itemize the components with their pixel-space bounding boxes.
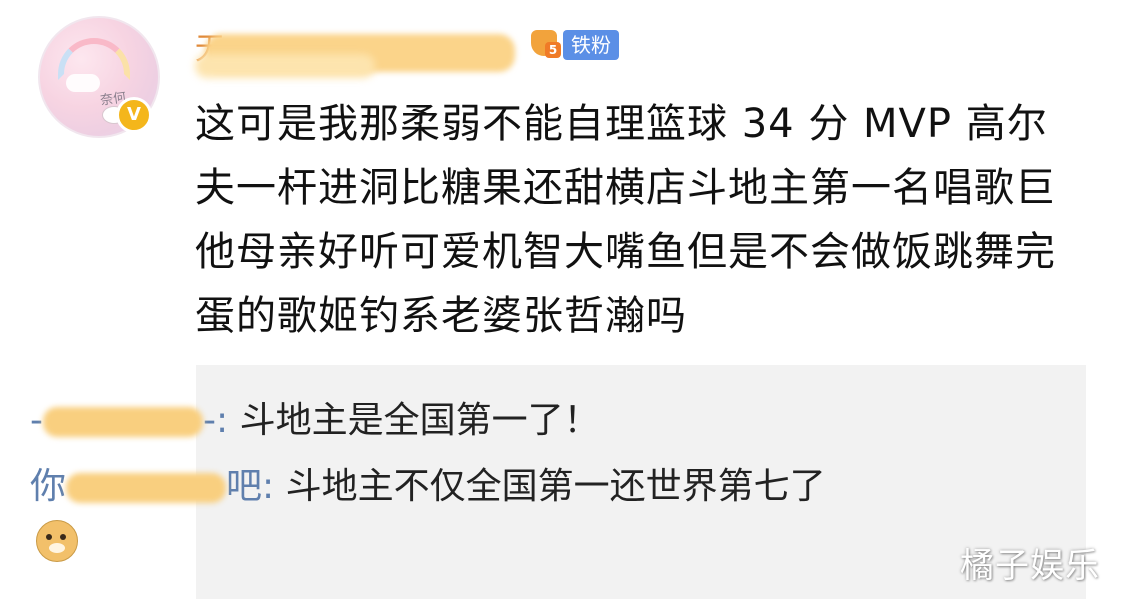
username-redaction [66, 473, 227, 503]
reply-text: 斗地主是全国第一了！ [228, 400, 600, 441]
username-redaction-lower [195, 54, 375, 78]
fan-level: 5 [545, 42, 561, 58]
doge-icon [36, 520, 78, 562]
reply-username[interactable]: - -: [30, 400, 228, 441]
reply-item[interactable]: - -: 斗地主是全国第一了！ [30, 392, 870, 450]
reply-username-start: - [30, 400, 43, 441]
reply-username-start: 你 [30, 466, 67, 507]
reply-item[interactable]: 你 吧: 斗地主不仅全国第一还世界第七了 [30, 458, 870, 574]
username[interactable]: 无 [195, 30, 515, 78]
comment-text: 这可是我那柔弱不能自理篮球 34 分 MVP 高尔夫一杆进洞比糖果还甜横店斗地主… [195, 101, 1056, 339]
reply-username-end: 吧: [226, 466, 275, 507]
watermark: 橘子娱乐 [960, 546, 1100, 586]
fan-badge[interactable]: 5 铁粉 [527, 28, 619, 62]
reply-username-end: -: [203, 400, 229, 441]
reply-text: 斗地主不仅全国第一还世界第七了 [274, 466, 826, 507]
username-redaction [43, 407, 203, 437]
weibo-comment-card: 奈何 V 无 5 铁粉 这可是我那柔弱不能自理篮球 34 分 MVP 高尔夫一杆… [0, 0, 1125, 599]
verified-badge: V [116, 97, 152, 133]
fan-medal-icon: 5 [527, 28, 561, 62]
cloud-icon [66, 74, 100, 92]
reply-username[interactable]: 你 吧: [30, 466, 274, 507]
fan-badge-label: 铁粉 [563, 30, 619, 60]
